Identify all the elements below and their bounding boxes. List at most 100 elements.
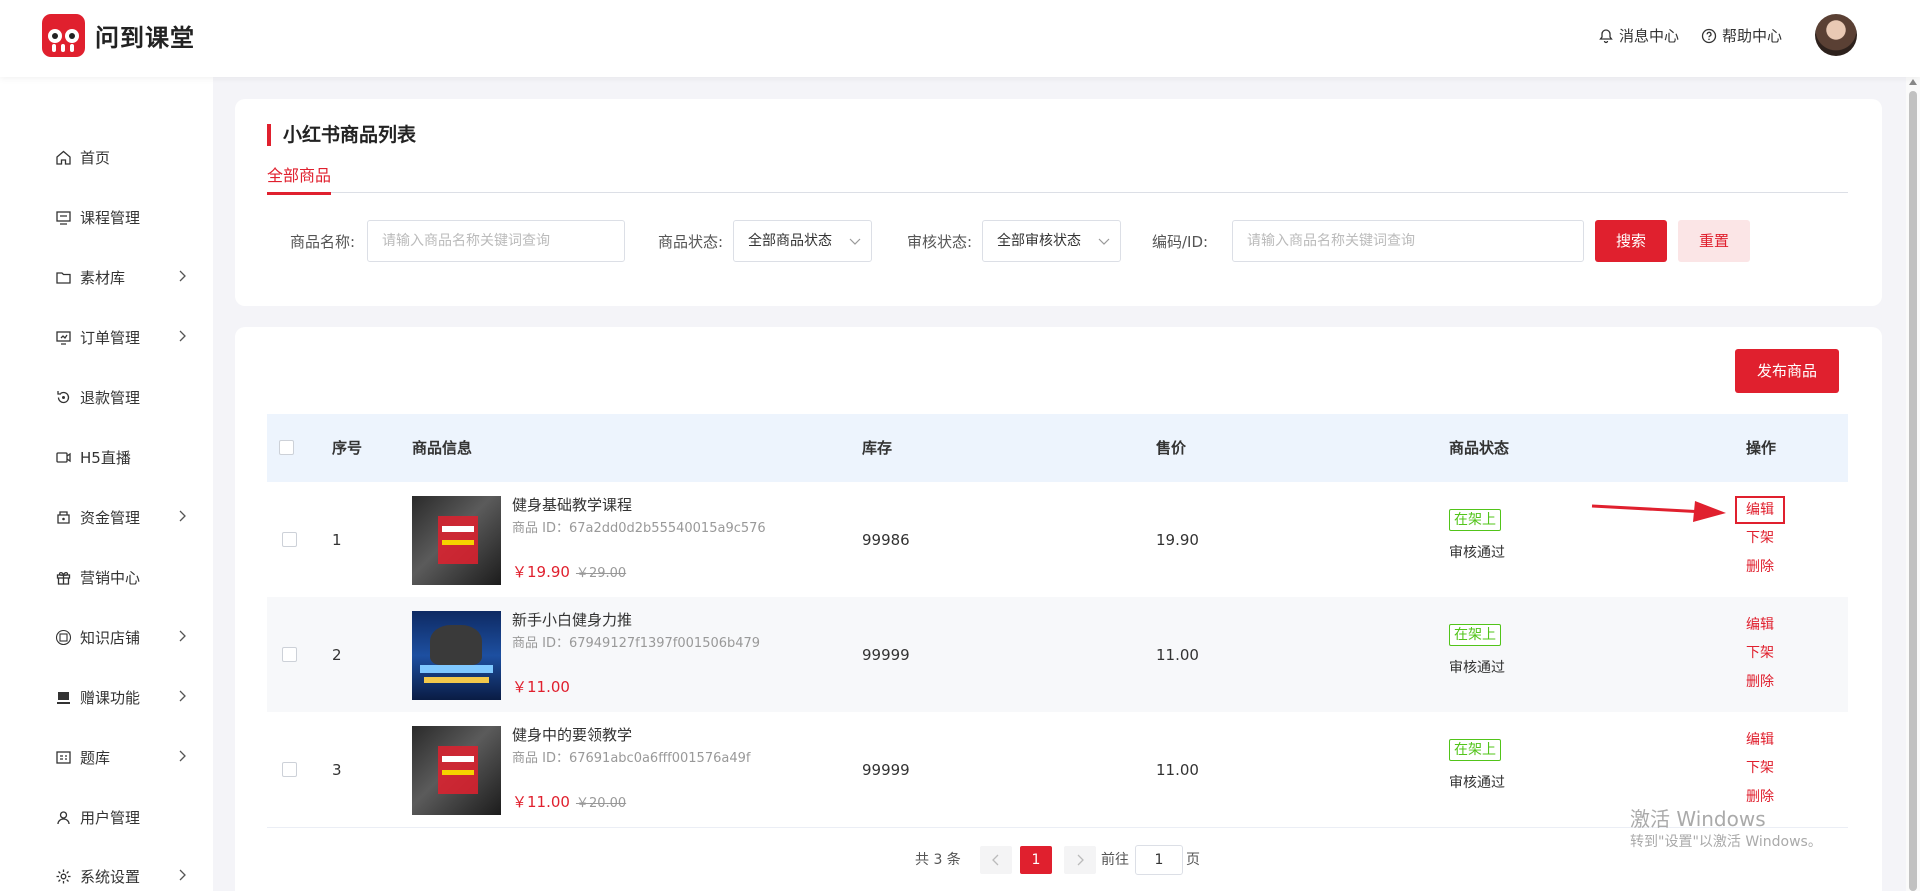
sidebar-item-h5-live[interactable]: H5直播 (55, 442, 195, 472)
product-name-label: 商品名称: (290, 233, 356, 251)
user-icon (57, 810, 70, 824)
sidebar-item-gift-course[interactable]: 赠课功能 (55, 682, 195, 712)
sidebar-item-funds[interactable]: 资金管理 (55, 502, 195, 532)
row-sale-price: 11.00 (1156, 761, 1199, 779)
status-badge: 在架上 (1449, 624, 1501, 646)
next-page-button[interactable] (1064, 846, 1096, 874)
product-thumbnail[interactable] (412, 496, 501, 585)
annotation-arrow-icon (1591, 501, 1726, 522)
row-stock: 99999 (862, 646, 910, 664)
table-row: 3 健身中的要领教学 商品 ID：67691abc0a6fff001576a49… (267, 712, 1848, 827)
top-header: 问到课堂 消息中心 帮助中心 (0, 0, 1920, 77)
product-thumbnail[interactable] (412, 726, 501, 815)
sidebar-item-course[interactable]: 课程管理 (55, 202, 195, 232)
search-button[interactable]: 搜索 (1595, 220, 1667, 262)
edit-button[interactable]: 编辑 (1735, 496, 1785, 524)
message-center-link[interactable]: 消息中心 (1598, 25, 1679, 46)
sidebar-item-home[interactable]: 首页 (55, 142, 195, 172)
edit-button[interactable]: 编辑 (1746, 616, 1774, 634)
brand-logo[interactable]: 问到课堂 (42, 14, 195, 57)
sidebar-item-refunds[interactable]: 退款管理 (55, 382, 195, 412)
take-down-button[interactable]: 下架 (1746, 644, 1774, 662)
sidebar-item-label: 首页 (80, 148, 111, 167)
product-price: ￥19.90 ￥29.00 (512, 562, 626, 584)
take-down-button[interactable]: 下架 (1746, 759, 1774, 777)
chevron-left-icon (992, 854, 999, 866)
bell-icon (1599, 28, 1613, 43)
original-price: ￥20.00 (575, 796, 627, 811)
watermark-line-2: 转到"设置"以激活 Windows。 (1630, 834, 1822, 850)
help-center-link[interactable]: 帮助中心 (1701, 25, 1782, 46)
audit-status-select[interactable]: 全部审核状态 (982, 220, 1121, 262)
scroll-up-arrow-icon[interactable] (1909, 79, 1917, 85)
chevron-right-icon (1077, 854, 1084, 866)
header-status: 商品状态 (1449, 439, 1510, 457)
sidebar-item-orders[interactable]: 订单管理 (55, 322, 195, 352)
product-name-input[interactable]: 请输入商品名称关键词查询 (367, 220, 625, 262)
sidebar-item-shop[interactable]: 知识店铺 (55, 622, 195, 652)
sidebar-item-materials[interactable]: 素材库 (55, 262, 195, 292)
tab-divider (267, 192, 1848, 193)
octopus-logo-icon (42, 14, 85, 57)
sidebar-item-label: 素材库 (80, 268, 126, 287)
row-index: 1 (332, 531, 342, 549)
table-header: 序号 商品信息 库存 售价 商品状态 操作 (267, 414, 1848, 482)
row-checkbox[interactable] (282, 647, 297, 662)
user-avatar[interactable] (1815, 14, 1857, 56)
sidebar-item-label: 题库 (80, 748, 111, 767)
product-thumbnail[interactable] (412, 611, 501, 700)
delete-button[interactable]: 删除 (1746, 558, 1774, 576)
page-number-current[interactable]: 1 (1020, 846, 1052, 874)
select-all-checkbox[interactable] (279, 440, 294, 455)
publish-product-button[interactable]: 发布商品 (1735, 349, 1839, 393)
vertical-scrollbar[interactable] (1906, 77, 1920, 891)
delete-button[interactable]: 删除 (1746, 788, 1774, 806)
help-center-label: 帮助中心 (1722, 27, 1783, 45)
code-id-label: 编码/ID: (1152, 233, 1209, 251)
watermark-line-1: 激活 Windows (1630, 807, 1766, 831)
sidebar-item-label: 营销中心 (80, 568, 141, 587)
current-price: ￥11.00 (512, 678, 570, 696)
sidebar: 首页 课程管理 素材库 订单管理 退款管理 H5直播 资金管理 营销中心 知识店… (0, 77, 213, 891)
table-row: 2 新手小白健身力推 商品 ID：67949127f1397f001506b47… (267, 597, 1848, 712)
sidebar-item-label: 用户管理 (80, 808, 141, 827)
sidebar-item-marketing[interactable]: 营销中心 (55, 562, 195, 592)
sidebar-item-label: 赠课功能 (80, 688, 141, 707)
tab-all-products[interactable]: 全部商品 (267, 162, 332, 195)
row-checkbox[interactable] (282, 762, 297, 777)
reset-button[interactable]: 重置 (1678, 220, 1750, 262)
sidebar-item-users[interactable]: 用户管理 (55, 802, 195, 832)
sidebar-item-label: 系统设置 (80, 867, 141, 886)
row-checkbox[interactable] (282, 532, 297, 547)
sidebar-item-question-bank[interactable]: 题库 (55, 742, 195, 772)
row-index: 3 (332, 761, 342, 779)
row-sale-price: 19.90 (1156, 531, 1199, 549)
code-id-input[interactable]: 请输入商品名称关键词查询 (1232, 220, 1584, 262)
wallet-icon (57, 510, 70, 524)
folder-icon (56, 271, 71, 284)
gift-course-icon (57, 691, 70, 704)
table-bottom-divider (267, 827, 1848, 828)
row-stock: 99999 (862, 761, 910, 779)
scrollbar-thumb[interactable] (1909, 91, 1917, 891)
chevron-right-icon (179, 750, 186, 762)
audit-status-label: 审核状态: (907, 233, 973, 251)
sidebar-item-label: 课程管理 (80, 208, 141, 227)
header-price: 售价 (1156, 439, 1187, 457)
product-name: 健身中的要领教学 (512, 726, 633, 744)
header-stock: 库存 (862, 439, 893, 457)
edit-button[interactable]: 编辑 (1746, 731, 1774, 749)
take-down-button[interactable]: 下架 (1746, 529, 1774, 547)
sidebar-item-settings[interactable]: 系统设置 (55, 861, 195, 891)
page-title: 小红书商品列表 (267, 124, 416, 146)
product-name: 健身基础教学课程 (512, 496, 633, 514)
product-id: 商品 ID：67949127f1397f001506b479 (512, 636, 761, 651)
product-status-select[interactable]: 全部商品状态 (733, 220, 872, 262)
home-icon (56, 150, 71, 165)
prev-page-button[interactable] (980, 846, 1012, 874)
sidebar-item-label: 退款管理 (80, 388, 141, 407)
delete-button[interactable]: 删除 (1746, 673, 1774, 691)
goto-page-input[interactable]: 1 (1135, 845, 1183, 875)
audit-status: 审核通过 (1449, 660, 1505, 676)
row-index: 2 (332, 646, 342, 664)
